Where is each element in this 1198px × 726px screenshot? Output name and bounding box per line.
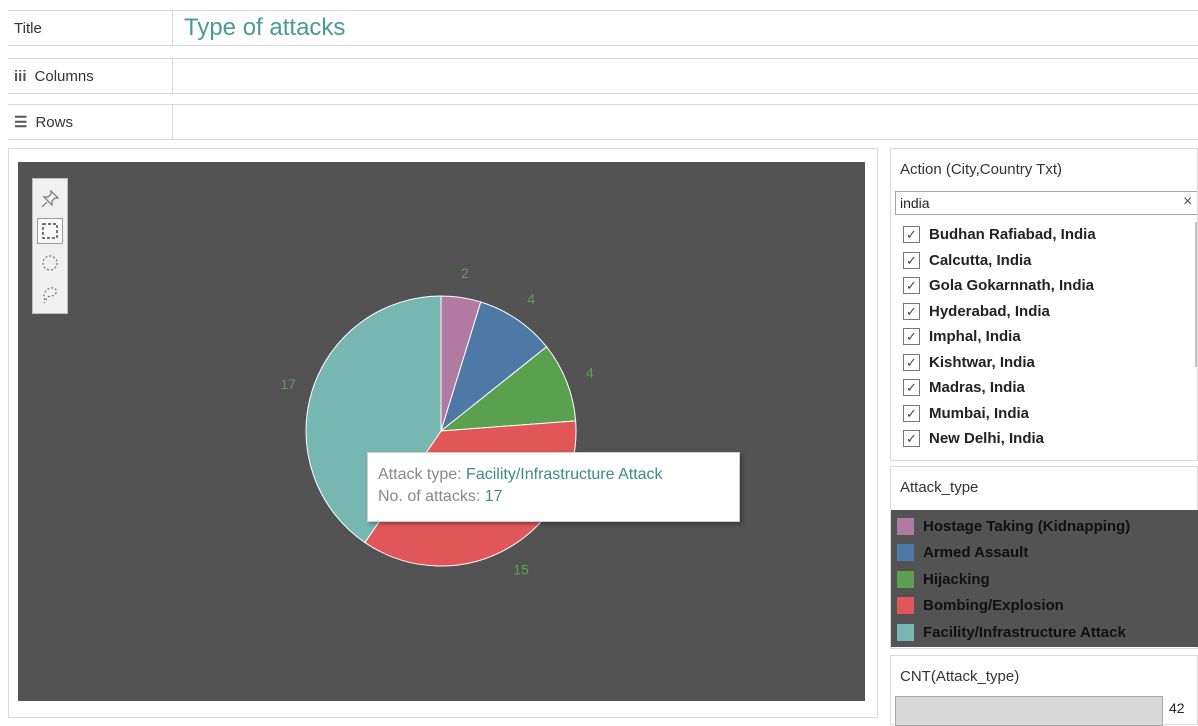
- filter-item[interactable]: ✓ Budhan Rafiabad, India: [903, 222, 1096, 248]
- tooltip-line-count: No. of attacks: 17: [378, 486, 729, 508]
- slice-value-label: 4: [527, 291, 535, 307]
- slice-value-label: 2: [461, 265, 469, 281]
- legend-card: Attack_type Hostage Taking (Kidnapping) A…: [890, 466, 1198, 649]
- legend-swatch: [897, 517, 914, 535]
- legend-label: Armed Assault: [923, 544, 1029, 562]
- legend-label: Facility/Infrastructure Attack: [923, 623, 1126, 641]
- legend-swatch: [897, 544, 914, 562]
- checkbox[interactable]: ✓: [903, 404, 920, 422]
- action-filter-card: Action (City,Country Txt) × ✓ Budhan Rafi…: [890, 148, 1198, 461]
- tooltip-label-attack-type: Attack type:: [378, 466, 462, 483]
- filter-item-label: Calcutta, India: [929, 251, 1032, 269]
- filter-checkbox-list: ✓ Budhan Rafiabad, India ✓ Calcutta, India ✓…: [903, 222, 1096, 452]
- filter-item[interactable]: ✓ Madras, India: [903, 375, 1096, 401]
- clear-search-icon[interactable]: ×: [1183, 193, 1192, 211]
- lasso-select-icon[interactable]: [37, 282, 63, 308]
- filter-item[interactable]: ✓ Imphal, India: [903, 324, 1096, 350]
- legend-swatch: [897, 623, 914, 641]
- filter-item[interactable]: ✓ Hyderabad, India: [903, 299, 1096, 325]
- slice-value-label: 17: [280, 376, 296, 392]
- pin-icon[interactable]: [37, 186, 63, 212]
- checkbox[interactable]: ✓: [903, 226, 920, 244]
- tooltip-value-count: 17: [484, 488, 503, 505]
- filter-item[interactable]: ✓ Mumbai, India: [903, 401, 1096, 427]
- legend-item[interactable]: Hostage Taking (Kidnapping): [891, 513, 1198, 540]
- filter-item[interactable]: ✓ Gola Gokarnnath, India: [903, 273, 1096, 299]
- checkbox[interactable]: ✓: [903, 251, 920, 269]
- checkbox[interactable]: ✓: [903, 302, 920, 320]
- checkbox[interactable]: ✓: [903, 379, 920, 397]
- checkbox[interactable]: ✓: [903, 353, 920, 371]
- cnt-card: CNT(Attack_type) 42: [890, 655, 1198, 726]
- filter-search-input[interactable]: [895, 191, 1197, 215]
- legend-item[interactable]: Bombing/Explosion: [891, 593, 1198, 620]
- rectangle-select-icon[interactable]: [37, 218, 63, 244]
- legend-label: Bombing/Explosion: [923, 597, 1064, 615]
- tooltip-value-attack-type: Facility/Infrastructure Attack: [466, 466, 663, 483]
- filter-item-label: Gola Gokarnnath, India: [929, 277, 1095, 295]
- slice-value-label: 15: [513, 562, 529, 578]
- legend-swatch: [897, 570, 914, 588]
- mark-tooltip: Attack type: Facility/Infrastructure Att…: [367, 452, 740, 522]
- filter-item[interactable]: ✓ Calcutta, India: [903, 248, 1096, 274]
- filter-item[interactable]: ✓ New Delhi, India: [903, 426, 1096, 452]
- checkbox[interactable]: ✓: [903, 430, 920, 448]
- tooltip-line-attack-type: Attack type: Facility/Infrastructure Att…: [378, 464, 729, 486]
- checkbox[interactable]: ✓: [903, 328, 920, 346]
- checkbox[interactable]: ✓: [903, 277, 920, 295]
- legend-item[interactable]: Facility/Infrastructure Attack: [891, 619, 1198, 646]
- filter-item-label: Mumbai, India: [929, 404, 1030, 422]
- legend-item[interactable]: Hijacking: [891, 566, 1198, 593]
- action-filter-title: Action (City,Country Txt): [900, 161, 1062, 178]
- legend-title: Attack_type: [900, 479, 979, 496]
- view-toolbar: [32, 178, 68, 314]
- tooltip-label-count: No. of attacks:: [378, 488, 481, 505]
- cnt-value: 42: [1169, 700, 1185, 716]
- legend-label: Hostage Taking (Kidnapping): [923, 517, 1131, 535]
- filter-item-label: Hyderabad, India: [929, 302, 1050, 320]
- filter-item[interactable]: ✓ Kishtwar, India: [903, 350, 1096, 376]
- legend-swatch: [897, 597, 914, 615]
- filter-item-label: Budhan Rafiabad, India: [929, 226, 1096, 244]
- filter-item-label: New Delhi, India: [929, 430, 1045, 448]
- cnt-title: CNT(Attack_type): [900, 668, 1020, 685]
- filter-item-label: Madras, India: [929, 379, 1025, 397]
- legend-label: Hijacking: [923, 570, 990, 588]
- radial-select-icon[interactable]: [37, 250, 63, 276]
- filter-item-label: Imphal, India: [929, 328, 1021, 346]
- cnt-bar[interactable]: [895, 696, 1163, 726]
- filter-item-label: Kishtwar, India: [929, 353, 1035, 371]
- legend-item[interactable]: Armed Assault: [891, 540, 1198, 567]
- slice-value-label: 4: [586, 365, 594, 381]
- legend-list: Hostage Taking (Kidnapping) Armed Assault…: [891, 510, 1198, 647]
